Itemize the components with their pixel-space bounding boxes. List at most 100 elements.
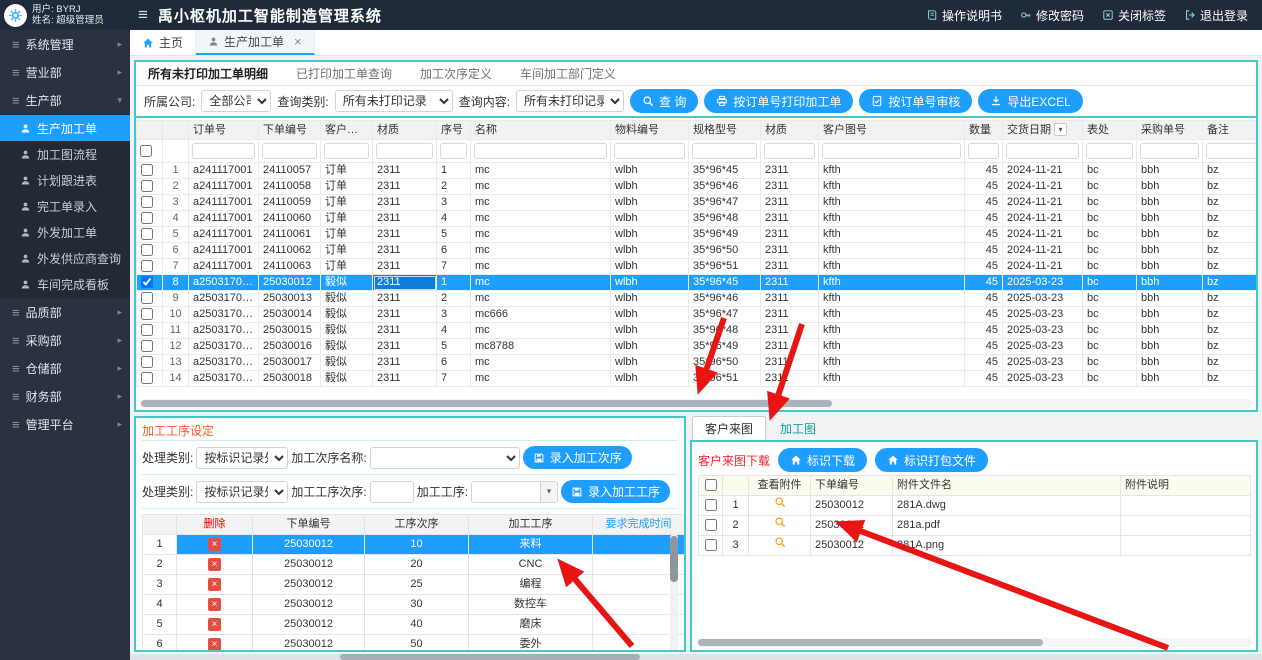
scrollbar-thumb[interactable] bbox=[340, 654, 640, 660]
tab-production-order[interactable]: 生产加工单 × bbox=[196, 30, 315, 55]
scrollbar-thumb[interactable] bbox=[670, 536, 678, 582]
column-header[interactable]: 序号 bbox=[437, 121, 471, 140]
process-row[interactable]: 6×2503001250委外 bbox=[143, 635, 685, 653]
attachment-row[interactable]: 125030012281A.dwg bbox=[699, 496, 1251, 516]
sidebar-subitem-2[interactable]: 计划跟进表 bbox=[0, 167, 130, 193]
tab-home[interactable]: 主页 bbox=[130, 30, 196, 55]
audit-by-order-button[interactable]: 按订单号审核 bbox=[859, 89, 972, 113]
column-filter-input[interactable] bbox=[1206, 143, 1256, 159]
tab-customer-drawing[interactable]: 客户来图 bbox=[692, 416, 766, 440]
work-order-row[interactable]: 5a24111700124110061订单23115mcwlbh35*96*49… bbox=[137, 227, 1257, 243]
work-order-row[interactable]: 10a25031700125030014毅似23113mc666wlbh35*9… bbox=[137, 307, 1257, 323]
mark-download-button[interactable]: 标识下载 bbox=[778, 448, 867, 472]
mark-package-button[interactable]: 标识打包文件 bbox=[875, 448, 988, 472]
work-order-row[interactable]: 12a25031700125030016毅似23115mc8788wlbh35*… bbox=[137, 339, 1257, 355]
sidebar-subitem-5[interactable]: 外发供应商查询 bbox=[0, 245, 130, 271]
row-checkbox[interactable] bbox=[705, 519, 717, 531]
column-filter-input[interactable] bbox=[324, 143, 369, 159]
view-attachment-icon[interactable] bbox=[774, 516, 786, 528]
row-checkbox[interactable] bbox=[705, 539, 717, 551]
column-filter-input[interactable] bbox=[474, 143, 607, 159]
row-checkbox[interactable] bbox=[705, 499, 717, 511]
row-checkbox[interactable] bbox=[141, 180, 153, 192]
delete-row-icon[interactable]: × bbox=[208, 538, 221, 551]
column-header[interactable]: 交货日期▾ bbox=[1003, 121, 1083, 140]
select-all-checkbox[interactable] bbox=[705, 479, 717, 491]
delete-row-icon[interactable]: × bbox=[208, 638, 221, 651]
column-header[interactable]: 表处 bbox=[1083, 121, 1137, 140]
work-order-row[interactable]: 1a24111700124110057订单23111mcwlbh35*96*45… bbox=[137, 163, 1257, 179]
work-order-row[interactable]: 14a25031700125030018毅似23117mcwlbh35*96*5… bbox=[137, 371, 1257, 387]
sidebar-subitem-0[interactable]: 生产加工单 bbox=[0, 115, 130, 141]
sort-dropdown-icon[interactable]: ▾ bbox=[1054, 123, 1067, 136]
column-header[interactable]: 客户图号 bbox=[819, 121, 965, 140]
process-step-seq-input[interactable] bbox=[370, 481, 414, 503]
process-row[interactable]: 1×2503001210来料 bbox=[143, 535, 685, 555]
process-table-vscrollbar[interactable] bbox=[670, 534, 678, 652]
scrollbar-thumb[interactable] bbox=[141, 400, 832, 407]
scrollbar-thumb[interactable] bbox=[698, 639, 1043, 646]
dropdown-caret-icon[interactable]: ▾ bbox=[541, 481, 558, 503]
print-by-order-button[interactable]: 按订单号打印加工单 bbox=[704, 89, 853, 113]
work-order-row[interactable]: 7a24111700124110063订单23117mcwlbh35*96*51… bbox=[137, 259, 1257, 275]
column-header[interactable]: 采购单号 bbox=[1137, 121, 1203, 140]
delete-row-icon[interactable]: × bbox=[208, 618, 221, 631]
sidebar-item-6[interactable]: ≡财务部▸ bbox=[0, 382, 130, 410]
column-filter-input[interactable] bbox=[764, 143, 815, 159]
select-all-checkbox[interactable] bbox=[140, 145, 152, 157]
row-checkbox[interactable] bbox=[141, 340, 153, 352]
column-header[interactable]: 备注 bbox=[1203, 121, 1257, 140]
work-order-row[interactable]: 4a24111700124110060订单23114mcwlbh35*96*48… bbox=[137, 211, 1257, 227]
column-header[interactable]: 客户简称 bbox=[321, 121, 373, 140]
work-order-row[interactable]: 11a25031700125030015毅似23114mcwlbh35*96*4… bbox=[137, 323, 1257, 339]
export-excel-button[interactable]: 导出EXCEL bbox=[978, 89, 1082, 113]
row-checkbox[interactable] bbox=[141, 228, 153, 240]
query-content-select[interactable]: 所有未打印记录 bbox=[516, 90, 624, 112]
process-step-input[interactable] bbox=[471, 481, 541, 503]
column-filter-input[interactable] bbox=[1006, 143, 1079, 159]
column-header[interactable]: 下单编号 bbox=[259, 121, 321, 140]
column-header[interactable]: 物料编号 bbox=[611, 121, 689, 140]
row-checkbox[interactable] bbox=[141, 372, 153, 384]
work-order-row[interactable]: 2a24111700124110058订单23112mcwlbh35*96*46… bbox=[137, 179, 1257, 195]
column-filter-input[interactable] bbox=[1140, 143, 1199, 159]
process-row[interactable]: 3×2503001225编程 bbox=[143, 575, 685, 595]
row-checkbox[interactable] bbox=[141, 260, 153, 272]
column-filter-input[interactable] bbox=[1086, 143, 1133, 159]
header-action-close-tabs[interactable]: 关闭标签 bbox=[1102, 7, 1166, 24]
attachment-row[interactable]: 225030012281a.pdf bbox=[699, 516, 1251, 536]
sidebar-item-4[interactable]: ≡采购部▸ bbox=[0, 326, 130, 354]
row-checkbox[interactable] bbox=[141, 292, 153, 304]
work-order-row[interactable]: 13a25031700125030017毅似23116mcwlbh35*96*5… bbox=[137, 355, 1257, 371]
row-checkbox[interactable] bbox=[141, 244, 153, 256]
view-attachment-icon[interactable] bbox=[774, 496, 786, 508]
company-select[interactable]: 全部公司 bbox=[201, 90, 271, 112]
column-header[interactable]: 材质 bbox=[373, 121, 437, 140]
sidebar-item-2[interactable]: ≡生产部▾ bbox=[0, 86, 130, 114]
delete-row-icon[interactable]: × bbox=[208, 598, 221, 611]
sidebar-item-5[interactable]: ≡仓储部▸ bbox=[0, 354, 130, 382]
save-process-order-button[interactable]: 录入加工次序 bbox=[523, 446, 632, 469]
column-header[interactable]: 订单号 bbox=[189, 121, 259, 140]
handle-type-select-2[interactable]: 按标识记录处理 bbox=[196, 481, 288, 503]
attachment-hscrollbar[interactable] bbox=[696, 638, 1252, 647]
work-order-row[interactable]: 9a25031700125030013毅似23112mcwlbh35*96*46… bbox=[137, 291, 1257, 307]
column-filter-input[interactable] bbox=[968, 143, 999, 159]
page-hscrollbar[interactable] bbox=[130, 654, 1262, 660]
column-header[interactable]: 数量 bbox=[965, 121, 1003, 140]
row-checkbox[interactable] bbox=[141, 212, 153, 224]
column-filter-input[interactable] bbox=[822, 143, 961, 159]
sidebar-subitem-6[interactable]: 车间完成看板 bbox=[0, 271, 130, 297]
search-button[interactable]: 查 询 bbox=[630, 89, 698, 113]
sidebar-toggle-icon[interactable]: ≡ bbox=[138, 5, 148, 25]
close-tab-icon[interactable]: × bbox=[294, 35, 302, 48]
attachment-row[interactable]: 325030012281A.png bbox=[699, 536, 1251, 556]
row-checkbox[interactable] bbox=[141, 308, 153, 320]
column-header[interactable]: 材质 bbox=[761, 121, 819, 140]
header-action-logout[interactable]: 退出登录 bbox=[1184, 7, 1248, 24]
row-checkbox[interactable] bbox=[141, 164, 153, 176]
work-order-row[interactable]: 6a24111700124110062订单23116mcwlbh35*96*50… bbox=[137, 243, 1257, 259]
sidebar-subitem-3[interactable]: 完工单录入 bbox=[0, 193, 130, 219]
work-order-row[interactable]: 8a25031700125030012毅似23111mcwlbh35*96*45… bbox=[137, 275, 1257, 291]
process-row[interactable]: 4×2503001230数控车 bbox=[143, 595, 685, 615]
